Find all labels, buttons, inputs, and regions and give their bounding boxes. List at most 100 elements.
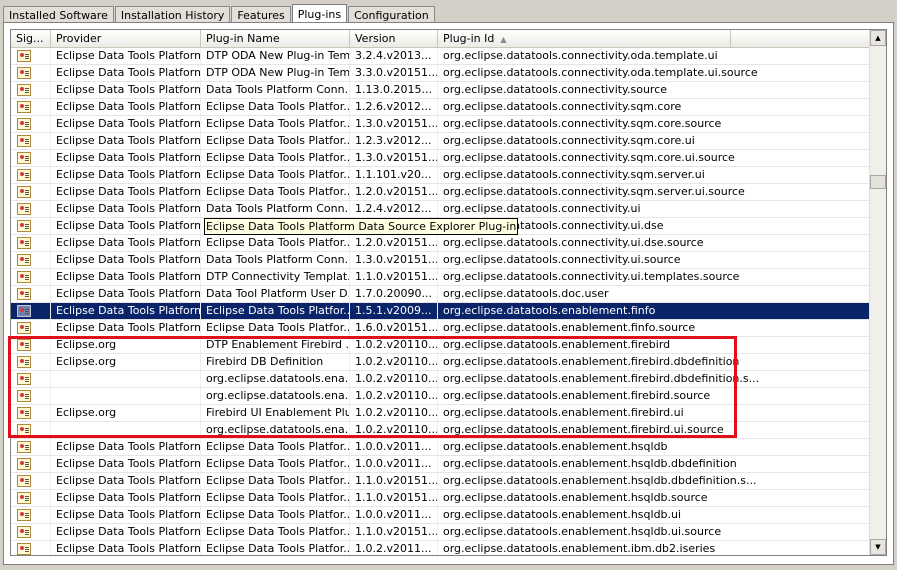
certificate-icon: [17, 220, 31, 232]
column-header-label: Plug-in Id: [443, 32, 495, 45]
certificate-icon: [17, 254, 31, 266]
plugin-name-cell: Eclipse Data Tools Platfor...: [201, 184, 350, 200]
plugin-id-cell: org.eclipse.datatools.connectivity.sqm.c…: [438, 99, 871, 115]
tab-installed-software[interactable]: Installed Software: [3, 6, 114, 23]
provider-cell: Eclipse.org: [51, 337, 201, 353]
certificate-icon: [17, 543, 31, 555]
signed-cell: [11, 252, 51, 268]
certificate-icon: [17, 101, 31, 113]
table-row[interactable]: Eclipse Data Tools Platform Eclipse Data …: [11, 150, 871, 167]
certificate-icon: [17, 271, 31, 283]
certificate-icon: [17, 509, 31, 521]
scroll-down-icon[interactable]: ▼: [870, 539, 886, 555]
plugin-id-cell: org.eclipse.datatools.connectivity.sqm.c…: [438, 150, 871, 166]
signed-cell: [11, 235, 51, 251]
scroll-up-icon[interactable]: ▲: [870, 30, 886, 46]
plugin-name-cell: Eclipse Data Tools Platfor...: [201, 439, 350, 455]
signed-cell: [11, 133, 51, 149]
plugin-name-cell: Eclipse Data Tools Platfor...: [201, 456, 350, 472]
certificate-icon: [17, 135, 31, 147]
provider-cell: Eclipse Data Tools Platform: [51, 116, 201, 132]
certificate-icon: [17, 288, 31, 300]
plugin-name-cell: Eclipse Data Tools Platfor...: [201, 541, 350, 555]
column-header-label: Sig...: [16, 32, 44, 45]
column-header-plugin-id[interactable]: Plug-in Id ▲: [438, 30, 731, 47]
column-header-plugin-name[interactable]: Plug-in Name: [201, 30, 350, 47]
table-row[interactable]: Eclipse Data Tools Platform Eclipse Data …: [11, 184, 871, 201]
plugin-id-cell: org.eclipse.datatools.enablement.hsqldb.…: [438, 524, 871, 540]
signed-cell: [11, 303, 51, 319]
table-row[interactable]: Eclipse.org Firebird UI Enablement Plu...…: [11, 405, 871, 422]
table-row[interactable]: org.eclipse.datatools.ena... 1.0.2.v20110…: [11, 422, 871, 439]
certificate-icon: [17, 322, 31, 334]
column-header-provider[interactable]: Provider: [51, 30, 201, 47]
signed-cell: [11, 507, 51, 523]
table-row[interactable]: Eclipse Data Tools Platform Eclipse Data …: [11, 116, 871, 133]
version-cell: 1.2.6.v2012...: [350, 99, 438, 115]
scrollbar-thumb[interactable]: [870, 175, 886, 189]
plugin-id-cell: org.eclipse.datatools.enablement.hsqldb.…: [438, 473, 871, 489]
table-row[interactable]: Eclipse Data Tools Platform Eclipse Data …: [11, 99, 871, 116]
version-cell: 1.0.2.v20110...: [350, 388, 438, 404]
plugin-id-cell: org.eclipse.datatools.enablement.hsqldb.…: [438, 490, 871, 506]
table-header: Sig... Provider Plug-in Name Version Plu…: [11, 30, 871, 48]
tab-configuration[interactable]: Configuration: [348, 6, 435, 23]
column-header-version[interactable]: Version: [350, 30, 438, 47]
table-row[interactable]: Eclipse Data Tools Platform Data Tool Pla…: [11, 286, 871, 303]
plugin-name-cell: DTP Enablement Firebird ...: [201, 337, 350, 353]
table-row[interactable]: Eclipse Data Tools Platform Eclipse Data …: [11, 133, 871, 150]
table-row[interactable]: Eclipse Data Tools Platform Data Tools Pl…: [11, 201, 871, 218]
table-row[interactable]: Eclipse Data Tools Platform Eclipse Data …: [11, 456, 871, 473]
table-row[interactable]: Eclipse Data Tools Platform Eclipse Data …: [11, 507, 871, 524]
tab-plug-ins[interactable]: Plug-ins: [291, 4, 348, 24]
table-row[interactable]: Eclipse Data Tools Platform Eclipse Data …: [11, 303, 871, 320]
certificate-icon: [17, 458, 31, 470]
version-cell: 1.3.0.v20151...: [350, 116, 438, 132]
table-row[interactable]: Eclipse Data Tools Platform Eclipse Data …: [11, 167, 871, 184]
table-row[interactable]: org.eclipse.datatools.ena... 1.0.2.v20110…: [11, 388, 871, 405]
table-row[interactable]: Eclipse Data Tools Platform DTP ODA New P…: [11, 65, 871, 82]
tab-features[interactable]: Features: [231, 6, 291, 23]
plugin-id-cell: org.eclipse.datatools.connectivity.oda.t…: [438, 48, 871, 64]
provider-cell: Eclipse Data Tools Platform: [51, 48, 201, 64]
table-row[interactable]: Eclipse.org DTP Enablement Firebird ... 1.…: [11, 337, 871, 354]
version-cell: 1.5.1.v2009...: [350, 303, 438, 319]
table-row[interactable]: Eclipse Data Tools Platform Eclipse Data …: [11, 524, 871, 541]
plugin-id-cell: org.eclipse.datatools.enablement.hsqldb: [438, 439, 871, 455]
plugins-table[interactable]: Sig... Provider Plug-in Name Version Plu…: [10, 29, 887, 556]
column-header-signed[interactable]: Sig...: [11, 30, 51, 47]
table-row[interactable]: Eclipse Data Tools Platform Eclipse Data …: [11, 473, 871, 490]
plugin-id-cell: org.eclipse.datatools.connectivity.sqm.s…: [438, 184, 871, 200]
column-header-label: Version: [355, 32, 396, 45]
table-row[interactable]: Eclipse Data Tools Platform Data Tools Pl…: [11, 82, 871, 99]
signed-cell: [11, 286, 51, 302]
provider-cell: [51, 371, 201, 387]
table-row[interactable]: Eclipse Data Tools Platform Eclipse Data …: [11, 235, 871, 252]
provider-cell: Eclipse.org: [51, 354, 201, 370]
plugin-id-cell: org.eclipse.datatools.enablement.firebir…: [438, 422, 871, 438]
table-row[interactable]: Eclipse Data Tools Platform DTP Connectiv…: [11, 269, 871, 286]
certificate-icon: [17, 84, 31, 96]
table-row[interactable]: Eclipse Data Tools Platform Data Tools Pl…: [11, 252, 871, 269]
version-cell: 1.1.101.v20...: [350, 167, 438, 183]
plugin-name-cell: DTP ODA New Plug-in Tem...: [201, 65, 350, 81]
table-row[interactable]: Eclipse.org Firebird DB Definition 1.0.2.v…: [11, 354, 871, 371]
table-row[interactable]: Eclipse Data Tools Platform DTP ODA New P…: [11, 48, 871, 65]
signed-cell: [11, 167, 51, 183]
certificate-icon: [17, 526, 31, 538]
vertical-scrollbar[interactable]: ▲ ▼: [869, 30, 886, 555]
version-cell: 1.7.0.20090...: [350, 286, 438, 302]
signed-cell: [11, 388, 51, 404]
tab-installation-history[interactable]: Installation History: [114, 6, 231, 23]
certificate-icon: [17, 152, 31, 164]
table-row[interactable]: Eclipse Data Tools Platform Eclipse Data …: [11, 320, 871, 337]
table-row[interactable]: Eclipse Data Tools Platform Eclipse Data …: [11, 541, 871, 555]
table-row[interactable]: Eclipse Data Tools Platform Eclipse Data …: [11, 490, 871, 507]
table-row[interactable]: org.eclipse.datatools.ena... 1.0.2.v20110…: [11, 371, 871, 388]
version-cell: 1.6.0.v20151...: [350, 320, 438, 336]
version-cell: 3.3.0.v20151...: [350, 65, 438, 81]
column-header-filler: [731, 30, 871, 47]
table-row[interactable]: Eclipse Data Tools Platform Eclipse Data …: [11, 439, 871, 456]
plugin-id-cell: org.eclipse.datatools.enablement.firebir…: [438, 405, 871, 421]
provider-cell: Eclipse Data Tools Platform: [51, 490, 201, 506]
